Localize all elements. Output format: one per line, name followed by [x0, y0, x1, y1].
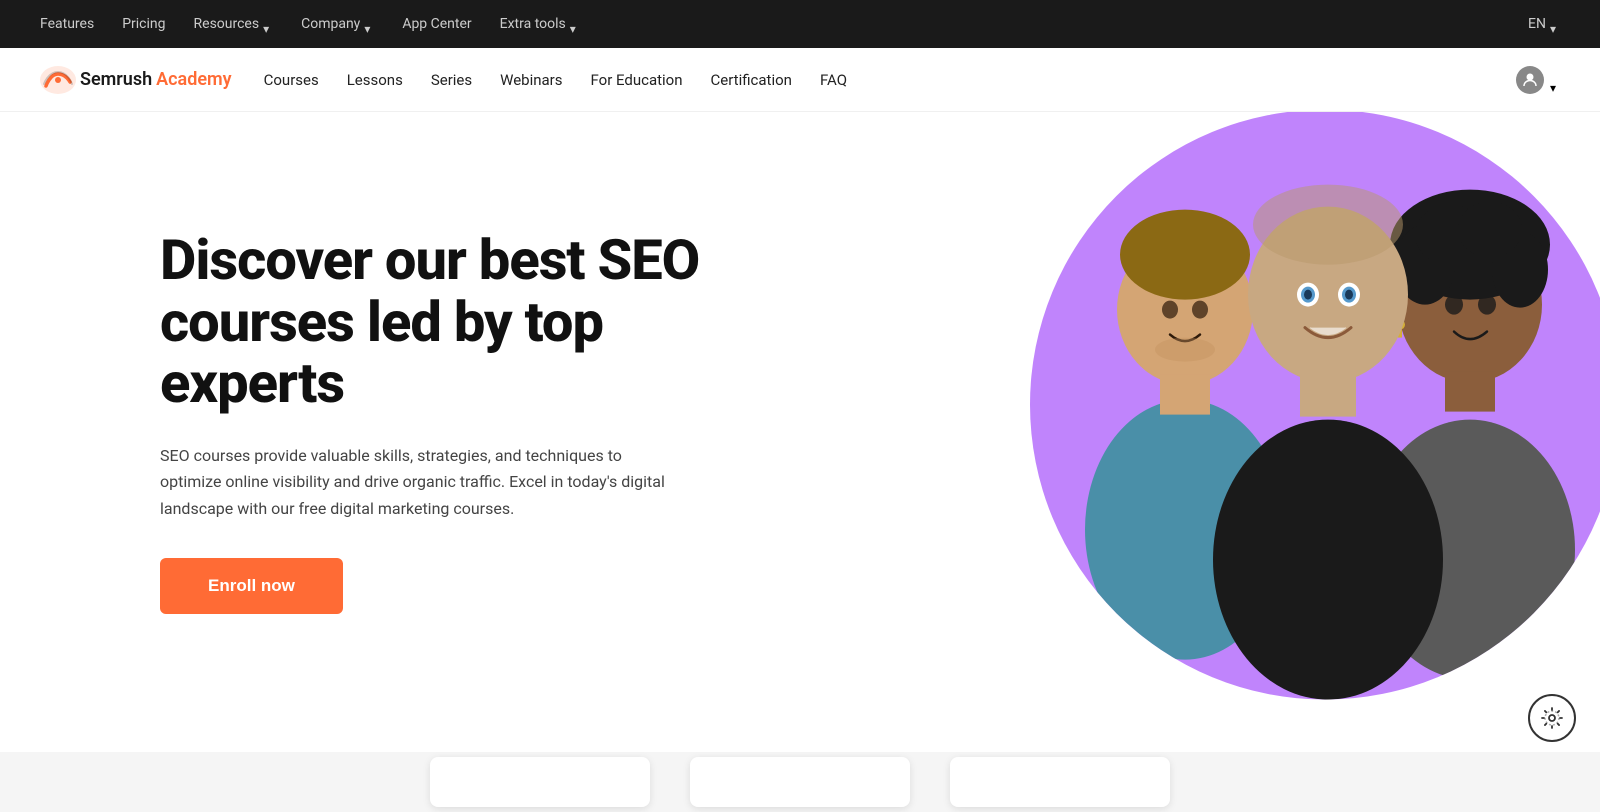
hero-title: Discover our best SEO courses led by top…: [160, 230, 780, 415]
topnav-features[interactable]: Features: [40, 16, 94, 32]
bottom-card-2: [690, 757, 910, 807]
chevron-down-icon: [570, 21, 580, 27]
chevron-down-icon: [263, 21, 273, 27]
logo-academy-text: Academy: [156, 69, 231, 90]
nav-certification[interactable]: Certification: [711, 71, 792, 89]
logo-brand-text: Semrush: [80, 69, 152, 90]
topnav-appcenter[interactable]: App Center: [402, 16, 471, 32]
hero-image-area: [1000, 112, 1600, 730]
user-avatar-icon: [1516, 66, 1544, 94]
enroll-button[interactable]: Enroll now: [160, 558, 343, 614]
logo-link[interactable]: Semrush Academy: [40, 66, 232, 94]
hero-circle-background: [1030, 112, 1600, 700]
top-bar: Features Pricing Resources Company App C…: [0, 0, 1600, 48]
topnav-extratools[interactable]: Extra tools: [500, 16, 580, 32]
hero-people-illustration: [1030, 112, 1600, 700]
nav-faq[interactable]: FAQ: [820, 71, 847, 89]
user-menu-chevron-icon: [1550, 77, 1560, 83]
nav-series[interactable]: Series: [431, 71, 472, 89]
bottom-card-3: [950, 757, 1170, 807]
chevron-down-icon: [1550, 21, 1560, 27]
hero-description: SEO courses provide valuable skills, str…: [160, 443, 680, 522]
topnav-pricing[interactable]: Pricing: [122, 16, 165, 32]
topnav-resources[interactable]: Resources: [194, 16, 274, 32]
bottom-section: [0, 752, 1600, 812]
language-selector[interactable]: EN: [1528, 16, 1560, 32]
nav-courses[interactable]: Courses: [264, 71, 319, 89]
topnav-company[interactable]: Company: [301, 16, 374, 32]
chevron-down-icon: [364, 21, 374, 27]
nav-webinars[interactable]: Webinars: [500, 71, 562, 89]
settings-button[interactable]: [1528, 694, 1576, 742]
top-bar-nav: Features Pricing Resources Company App C…: [40, 16, 580, 32]
nav-for-education[interactable]: For Education: [591, 71, 683, 89]
main-nav: Semrush Academy Courses Lessons Series W…: [0, 48, 1600, 112]
hero-section: Discover our best SEO courses led by top…: [0, 112, 1600, 752]
nav-lessons[interactable]: Lessons: [347, 71, 403, 89]
gear-icon: [1540, 706, 1564, 730]
semrush-logo-icon: [40, 66, 76, 94]
main-nav-items: Courses Lessons Series Webinars For Educ…: [264, 71, 1516, 89]
bottom-card-1: [430, 757, 650, 807]
user-menu[interactable]: [1516, 66, 1560, 94]
hero-content: Discover our best SEO courses led by top…: [160, 190, 780, 674]
